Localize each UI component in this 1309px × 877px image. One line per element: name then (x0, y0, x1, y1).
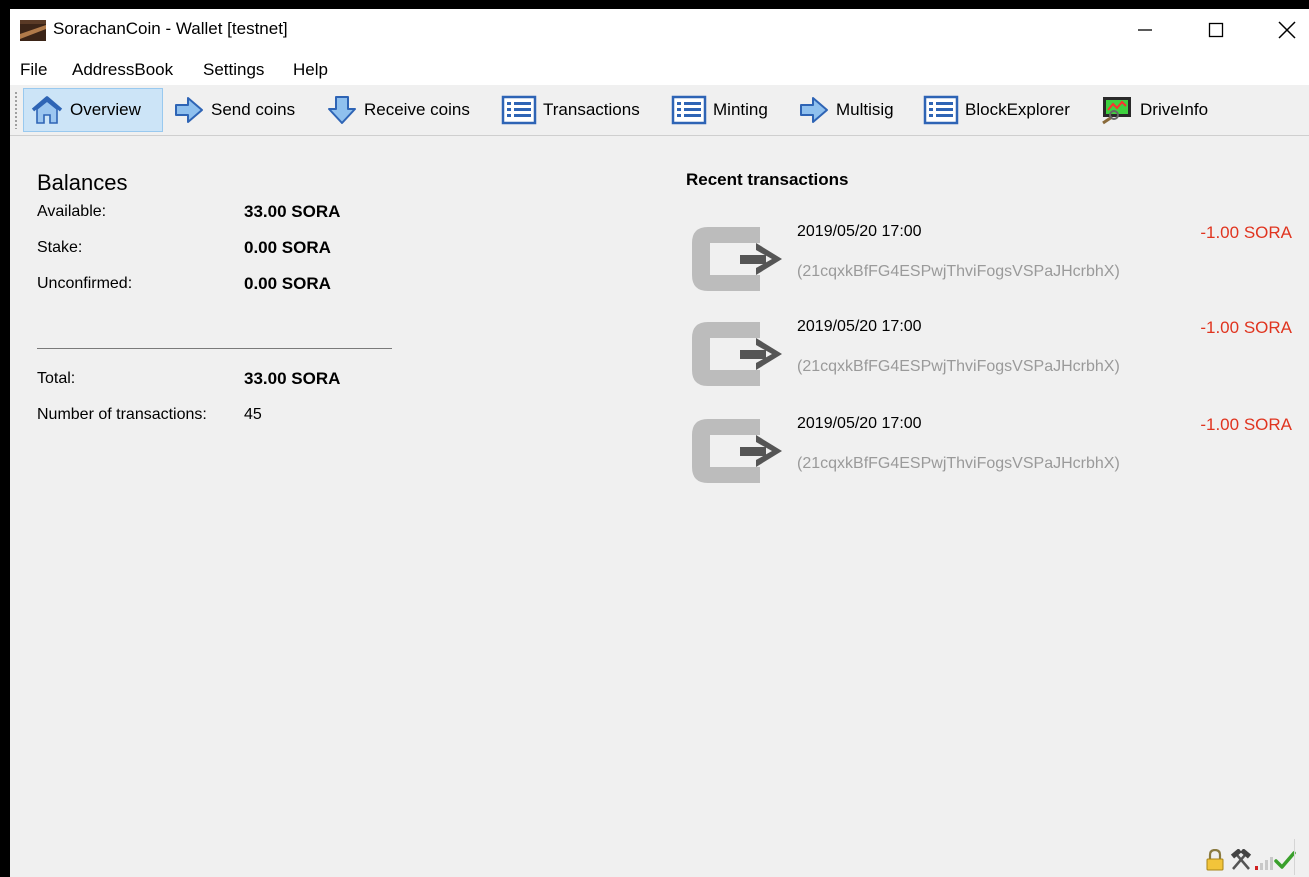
recent-transactions-heading: Recent transactions (686, 170, 849, 189)
app-window: SorachanCoin - Wallet [testnet] File Add… (10, 9, 1309, 877)
transaction-count-value: 45 (244, 406, 262, 423)
minimize-icon (1138, 29, 1152, 31)
unconfirmed-label: Unconfirmed: (37, 275, 133, 292)
tab-multisig[interactable]: Multisig (792, 88, 902, 132)
title-bar: SorachanCoin - Wallet [testnet] (10, 9, 1309, 51)
transaction-date: 2019/05/20 17:00 (797, 318, 922, 335)
list-icon (671, 95, 707, 125)
outgoing-transaction-icon (692, 322, 782, 386)
tab-receive-coins-label: Receive coins (364, 100, 470, 119)
home-icon (31, 96, 63, 124)
menu-addressbook[interactable]: AddressBook (72, 60, 173, 80)
status-bar (1169, 837, 1309, 877)
tab-overview-label: Overview (70, 100, 141, 119)
transaction-amount: -1.00 SORA (1200, 415, 1292, 434)
check-icon[interactable] (1274, 849, 1296, 871)
arrow-right-icon (175, 97, 203, 123)
transaction-count-label: Number of transactions: (37, 406, 207, 423)
overview-page: Balances Available: 33.00 SORA Stake: 0.… (10, 136, 1309, 877)
recent-transaction-item[interactable]: 2019/05/20 17:00 -1.00 SORA (21cqxkBfFG4… (686, 219, 1306, 309)
tab-send-coins[interactable]: Send coins (167, 88, 303, 132)
menu-settings[interactable]: Settings (203, 60, 264, 80)
tab-receive-coins[interactable]: Receive coins (320, 88, 478, 132)
tab-send-coins-label: Send coins (211, 100, 296, 119)
list-icon (501, 95, 537, 125)
available-value: 33.00 SORA (244, 202, 341, 221)
tab-minting-label: Minting (713, 100, 768, 119)
transaction-amount: -1.00 SORA (1200, 223, 1292, 242)
menu-file[interactable]: File (20, 60, 47, 80)
total-label: Total: (37, 370, 76, 387)
menu-help[interactable]: Help (293, 60, 328, 80)
stake-value: 0.00 SORA (244, 238, 331, 257)
drive-info-icon (1102, 97, 1131, 125)
list-icon (923, 95, 959, 125)
tab-transactions[interactable]: Transactions (495, 88, 648, 132)
tab-transactions-label: Transactions (543, 100, 640, 119)
hammer-icon[interactable] (1229, 849, 1253, 871)
tab-driveinfo-label: DriveInfo (1140, 100, 1209, 119)
signal-icon[interactable] (1254, 849, 1274, 871)
transaction-address: (21cqxkBfFG4ESPwjThviFogsVSPaJHcrbhX) (797, 455, 1120, 472)
unconfirmed-value: 0.00 SORA (244, 274, 331, 293)
tab-multisig-label: Multisig (836, 100, 894, 119)
balances-heading: Balances (37, 170, 128, 195)
balances-divider (37, 348, 392, 349)
menu-bar: File AddressBook Settings Help (10, 51, 1309, 85)
maximize-icon (1208, 22, 1224, 38)
close-button[interactable] (1253, 9, 1309, 51)
transaction-address: (21cqxkBfFG4ESPwjThviFogsVSPaJHcrbhX) (797, 263, 1120, 280)
total-value: 33.00 SORA (244, 369, 341, 388)
toolbar-grip[interactable] (14, 91, 18, 129)
outgoing-transaction-icon (692, 419, 782, 483)
window-title: SorachanCoin - Wallet [testnet] (53, 19, 288, 38)
tab-driveinfo[interactable]: DriveInfo (1094, 88, 1216, 132)
tab-overview[interactable]: Overview (23, 88, 163, 132)
tab-blockexplorer-label: BlockExplorer (965, 100, 1070, 119)
tab-minting[interactable]: Minting (665, 88, 776, 132)
app-logo-icon (20, 20, 46, 41)
recent-transaction-item[interactable]: 2019/05/20 17:00 -1.00 SORA (21cqxkBfFG4… (686, 314, 1306, 404)
minimize-button[interactable] (1111, 9, 1179, 51)
available-label: Available: (37, 203, 107, 220)
outgoing-transaction-icon (692, 227, 782, 291)
toolbar: Overview Send coins Receive coins Transa… (10, 85, 1309, 136)
status-bar-divider (1294, 839, 1295, 875)
tab-blockexplorer[interactable]: BlockExplorer (917, 88, 1078, 132)
arrow-down-icon (328, 96, 356, 124)
transaction-address: (21cqxkBfFG4ESPwjThviFogsVSPaJHcrbhX) (797, 358, 1120, 375)
stake-label: Stake: (37, 239, 83, 256)
close-icon (1278, 21, 1296, 39)
lock-icon[interactable] (1205, 849, 1225, 871)
transaction-date: 2019/05/20 17:00 (797, 223, 922, 240)
arrow-right-icon (800, 97, 828, 123)
recent-transaction-item[interactable]: 2019/05/20 17:00 -1.00 SORA (21cqxkBfFG4… (686, 411, 1306, 501)
transaction-amount: -1.00 SORA (1200, 318, 1292, 337)
maximize-button[interactable] (1182, 9, 1250, 51)
transaction-date: 2019/05/20 17:00 (797, 415, 922, 432)
